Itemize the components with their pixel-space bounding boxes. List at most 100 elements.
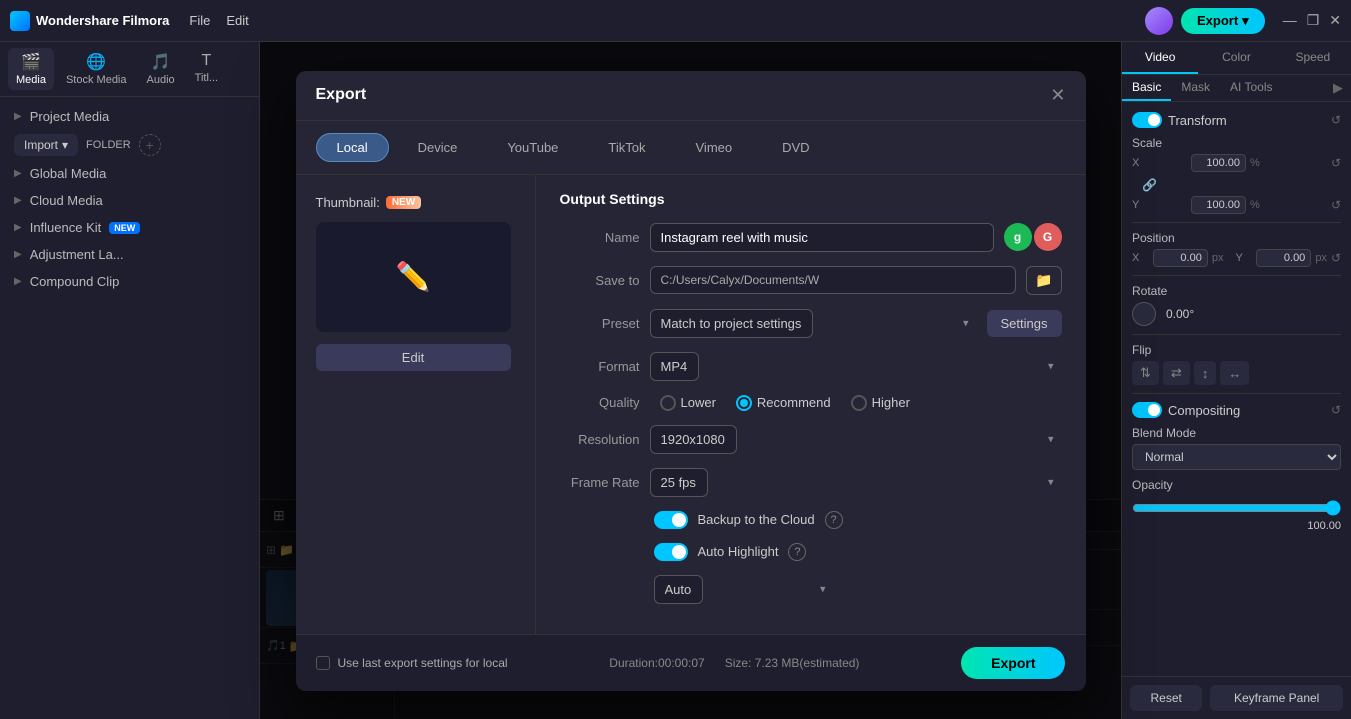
top-right: Export ▾ — ❐ ✕ [1145,7,1341,35]
import-button[interactable]: Import ▾ [14,134,78,156]
sidebar-item-project-media[interactable]: ▶ Project Media [0,103,259,130]
format-row: Format MP4 [560,352,1062,381]
minimize-button[interactable]: — [1283,12,1297,29]
blend-mode-select[interactable]: Normal [1132,444,1341,470]
modal-footer: Use last export settings for local Durat… [296,634,1086,691]
scale-x-reset[interactable]: ↺ [1331,156,1341,170]
divider [1132,222,1341,223]
menu-file[interactable]: File [189,13,210,28]
transform-section: Transform ↺ [1132,112,1341,128]
tab-local[interactable]: Local [316,133,389,162]
avatar [1145,7,1173,35]
flip-h2-button[interactable]: ↔ [1220,361,1249,385]
flip-horizontal-button[interactable]: ⇄ [1163,361,1190,385]
scale-x-input[interactable] [1191,154,1246,172]
tab-speed[interactable]: Speed [1275,42,1351,74]
frame-rate-select[interactable]: 25 fps [650,468,708,497]
flip-vertical-button[interactable]: ⇅ [1132,361,1159,385]
menu-edit[interactable]: Edit [226,13,248,28]
flip-buttons: ⇅ ⇄ ↕ ↔ [1132,361,1341,385]
highlight-mode-select[interactable]: Auto [654,575,703,604]
tab-tiktok[interactable]: TikTok [587,133,666,162]
right-subtabs: Basic Mask AI Tools ▶ [1122,75,1351,102]
highlight-mode-row: Auto [560,575,1062,604]
save-to-input[interactable] [650,266,1017,294]
name-input[interactable] [650,223,994,252]
flip-v2-button[interactable]: ↕ [1194,361,1217,385]
compositing-reset-icon[interactable]: ↺ [1331,403,1341,417]
subtab-mask[interactable]: Mask [1171,75,1220,101]
menu-bar: File Edit [189,13,248,28]
tab-device[interactable]: Device [397,133,479,162]
media-icon: 🎬 [21,52,41,72]
opacity-value: 100.00 [1307,520,1341,532]
reset-button[interactable]: Reset [1130,685,1202,711]
preset-select[interactable]: Match to project settings [650,309,813,338]
tab-video[interactable]: Video [1122,42,1198,74]
quality-lower[interactable]: Lower [660,395,716,411]
tab-youtube[interactable]: YouTube [486,133,579,162]
rotate-dial[interactable] [1132,302,1156,326]
tab-media[interactable]: 🎬 Media [8,48,54,90]
sidebar-item-global-media[interactable]: ▶ Global Media [0,160,259,187]
subtab-basic[interactable]: Basic [1122,75,1171,101]
tab-vimeo[interactable]: Vimeo [675,133,754,162]
resolution-select[interactable]: 1920x1080 [650,425,737,454]
keyframe-panel-button[interactable]: Keyframe Panel [1210,685,1343,711]
stock-media-icon: 🌐 [86,52,106,72]
add-folder-button[interactable]: + [139,134,161,156]
tab-titles[interactable]: T Titl... [187,48,226,90]
frame-rate-row: Frame Rate 25 fps [560,468,1062,497]
center-area: ⊞ ✂ ↩ ↪ 🗑 ✂ ◀ ⊞ 📁 👁 [260,42,1121,719]
quality-recommend[interactable]: Recommend [736,395,831,411]
browse-folder-button[interactable]: 📁 [1026,266,1061,295]
tab-stock-media[interactable]: 🌐 Stock Media [58,48,135,90]
media-tabs: 🎬 Media 🌐 Stock Media 🎵 Audio T Titl... [0,42,259,97]
last-settings-checkbox[interactable] [316,656,330,670]
close-button[interactable]: ✕ [1329,12,1341,29]
backup-help-icon[interactable]: ? [825,511,843,529]
position-reset[interactable]: ↺ [1331,251,1341,265]
window-controls: — ❐ ✕ [1283,12,1341,29]
subtab-ai-tools[interactable]: AI Tools [1220,75,1282,101]
backup-toggle[interactable] [654,511,688,529]
position-x-input[interactable] [1153,249,1208,267]
quality-higher[interactable]: Higher [851,395,910,411]
edit-thumbnail-button[interactable]: Edit [316,344,511,371]
size-label: Size: 7.23 MB(estimated) [725,656,860,670]
sidebar-item-influence-kit[interactable]: ▶ Influence Kit NEW [0,214,259,241]
right-content: Transform ↺ Scale X % ↺ 🔗 Y % ↺ [1122,102,1351,676]
divider [1132,275,1341,276]
highlight-help-icon[interactable]: ? [788,543,806,561]
main-layout: 🎬 Media 🌐 Stock Media 🎵 Audio T Titl... … [0,42,1351,719]
sidebar-item-compound-clip[interactable]: ▶ Compound Clip [0,268,259,295]
export-top-button[interactable]: Export ▾ [1181,8,1265,34]
more-icon[interactable]: ▶ [1325,75,1351,101]
highlight-toggle[interactable] [654,543,688,561]
tab-dvd[interactable]: DVD [761,133,830,162]
sidebar-item-cloud-media[interactable]: ▶ Cloud Media [0,187,259,214]
green-g-icon[interactable]: g [1004,223,1032,251]
grammarly-icon[interactable]: G [1034,223,1062,251]
highlight-label: Auto Highlight [698,544,779,559]
format-select[interactable]: MP4 [650,352,699,381]
position-y-input[interactable] [1256,249,1311,267]
tab-audio[interactable]: 🎵 Audio [139,48,183,90]
scale-y-input[interactable] [1191,196,1246,214]
transform-reset-icon[interactable]: ↺ [1331,113,1341,127]
arrow-icon: ▶ [14,168,22,179]
tab-color[interactable]: Color [1198,42,1274,74]
transform-toggle[interactable] [1132,112,1162,128]
modal-right: Output Settings Name g G Sav [536,175,1086,634]
modal-close-button[interactable]: ✕ [1050,85,1065,106]
compositing-toggle[interactable] [1132,402,1162,418]
maximize-button[interactable]: ❐ [1307,12,1320,29]
right-tabs: Video Color Speed [1122,42,1351,75]
opacity-slider[interactable] [1132,500,1341,516]
sidebar-item-adjustment[interactable]: ▶ Adjustment La... [0,241,259,268]
scale-y-reset[interactable]: ↺ [1331,198,1341,212]
flip-label: Flip [1132,343,1341,357]
app-logo-icon [10,11,30,31]
export-main-button[interactable]: Export [961,647,1065,679]
settings-button[interactable]: Settings [987,310,1062,337]
